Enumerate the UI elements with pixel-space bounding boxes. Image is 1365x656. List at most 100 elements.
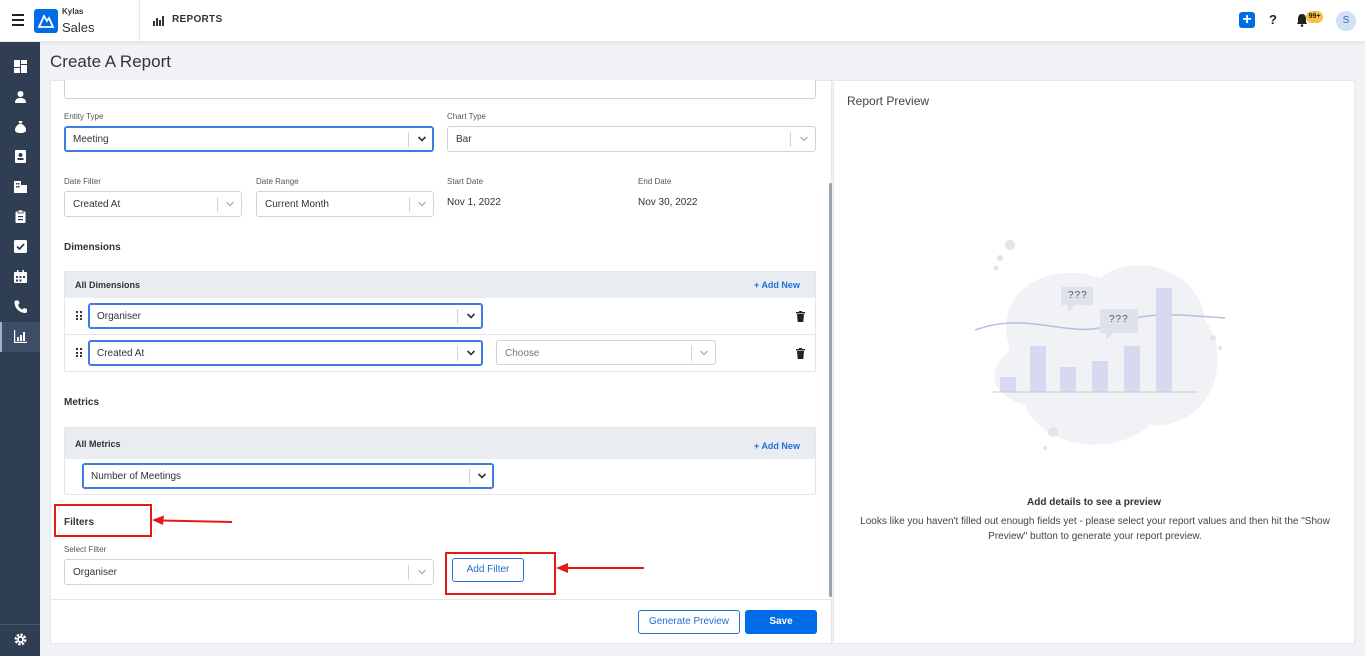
chart-type-select[interactable]: Bar [447,126,816,152]
form-scrollbar[interactable] [829,183,832,597]
chevron-down-icon [418,201,426,207]
preview-title: Report Preview [847,94,930,108]
sidebar-item-settings[interactable] [0,625,40,655]
brand-name: Sales [62,20,95,35]
dimension-grouping-select[interactable]: Choose [496,340,716,365]
entity-type-label: Entity Type [64,112,104,121]
question-marks-2: ??? [1109,314,1129,325]
chevron-down-icon [800,136,808,142]
reports-icon [14,330,27,343]
notification-badge: 99+ [1306,11,1323,23]
dimension-value-1: Organiser [97,311,141,322]
dimension-select-2[interactable]: Created At [88,340,483,366]
filter-select[interactable]: Organiser [64,559,434,585]
sidebar-item-tasks[interactable] [0,232,40,262]
gear-icon [14,633,27,646]
quick-add-button[interactable]: + [1239,12,1255,28]
date-filter-value: Created At [73,199,121,210]
date-filter-label: Date Filter [64,177,101,186]
footer-divider [50,599,832,600]
user-icon [15,91,26,103]
dashboard-icon [14,60,27,73]
chevron-down-icon [226,201,234,207]
annotation-box-filters [54,504,152,537]
chevron-down-icon [700,350,708,356]
sidebar-item-calls[interactable] [0,292,40,322]
date-filter-select[interactable]: Created At [64,191,242,217]
clipboard-icon [15,210,26,223]
chevron-down-icon [417,136,427,142]
report-name-input[interactable] [64,80,816,99]
hamburger-menu-icon[interactable] [12,14,24,26]
end-date-label: End Date [638,177,672,186]
start-date-value: Nov 1, 2022 [447,197,501,208]
drag-handle-icon[interactable] [76,348,82,357]
metrics-box-title: All Metrics [75,439,121,449]
empty-chart-illustration [974,240,1226,450]
chevron-down-icon [466,313,476,319]
kylas-logo[interactable] [34,9,58,33]
phone-icon [14,300,27,313]
sidebar-item-leads[interactable] [0,82,40,112]
entity-type-value: Meeting [73,134,109,145]
sidebar-item-reports[interactable] [0,322,40,352]
sidebar-item-companies[interactable] [0,172,40,202]
sidebar-item-dashboard[interactable] [0,52,40,82]
metric-select[interactable]: Number of Meetings [82,463,494,489]
page-title: Create A Report [50,52,171,71]
brand-small: Kylas [62,7,84,16]
sidebar [0,42,40,656]
generate-preview-button[interactable]: Generate Preview [638,610,740,634]
dimensions-box-title: All Dimensions [75,280,141,290]
entity-type-select[interactable]: Meeting [64,126,434,152]
trash-icon[interactable] [796,348,805,359]
help-icon[interactable]: ? [1269,12,1277,27]
metrics-title: Metrics [64,397,100,408]
sidebar-item-deals[interactable] [0,112,40,142]
metrics-box-header: All Metrics [65,428,815,459]
trash-icon[interactable] [796,311,805,322]
reports-chart-icon [153,16,164,26]
preview-empty-description: Looks like you haven't filled out enough… [860,516,1330,542]
calendar-icon [14,270,27,283]
money-bag-icon [15,121,26,133]
date-range-value: Current Month [265,199,329,210]
metric-value: Number of Meetings [91,471,182,482]
drag-handle-icon[interactable] [76,311,82,320]
add-metric-label: Add New [761,441,800,451]
dimension-value-2: Created At [97,348,145,359]
filter-select-value: Organiser [73,567,117,578]
select-filter-label: Select Filter [64,545,107,554]
save-button[interactable]: Save [745,610,817,634]
end-date-value: Nov 30, 2022 [638,197,698,208]
annotation-box-add-filter [445,552,556,595]
dimensions-title: Dimensions [64,242,121,253]
add-dimension-button[interactable]: + Add New [754,280,800,290]
module-title: REPORTS [172,14,223,25]
add-metric-button[interactable]: + Add New [754,441,800,451]
annotation-arrow-icon [556,563,644,573]
date-range-select[interactable]: Current Month [256,191,434,217]
sidebar-item-quotes[interactable] [0,202,40,232]
chart-type-value: Bar [456,134,472,145]
dimension-select-1[interactable]: Organiser [88,303,483,329]
header-divider [139,0,140,42]
chevron-down-icon [418,569,426,575]
sidebar-item-contacts[interactable] [0,142,40,172]
date-range-label: Date Range [256,177,299,186]
add-dimension-label: Add New [761,280,800,290]
row-divider [65,334,815,335]
top-bar: Kylas Sales REPORTS + ? 99+ S [0,0,1365,42]
checkbox-icon [14,240,27,253]
avatar[interactable]: S [1336,11,1356,31]
dimension-grouping-placeholder: Choose [505,348,540,359]
sidebar-item-meetings[interactable] [0,262,40,292]
annotation-arrow-icon [152,515,233,525]
building-icon [14,181,27,193]
chart-type-label: Chart Type [447,112,486,121]
contact-card-icon [15,150,26,163]
start-date-label: Start Date [447,177,484,186]
preview-empty-heading: Add details to see a preview [1027,497,1161,508]
chevron-down-icon [477,473,487,479]
chevron-down-icon [466,350,476,356]
